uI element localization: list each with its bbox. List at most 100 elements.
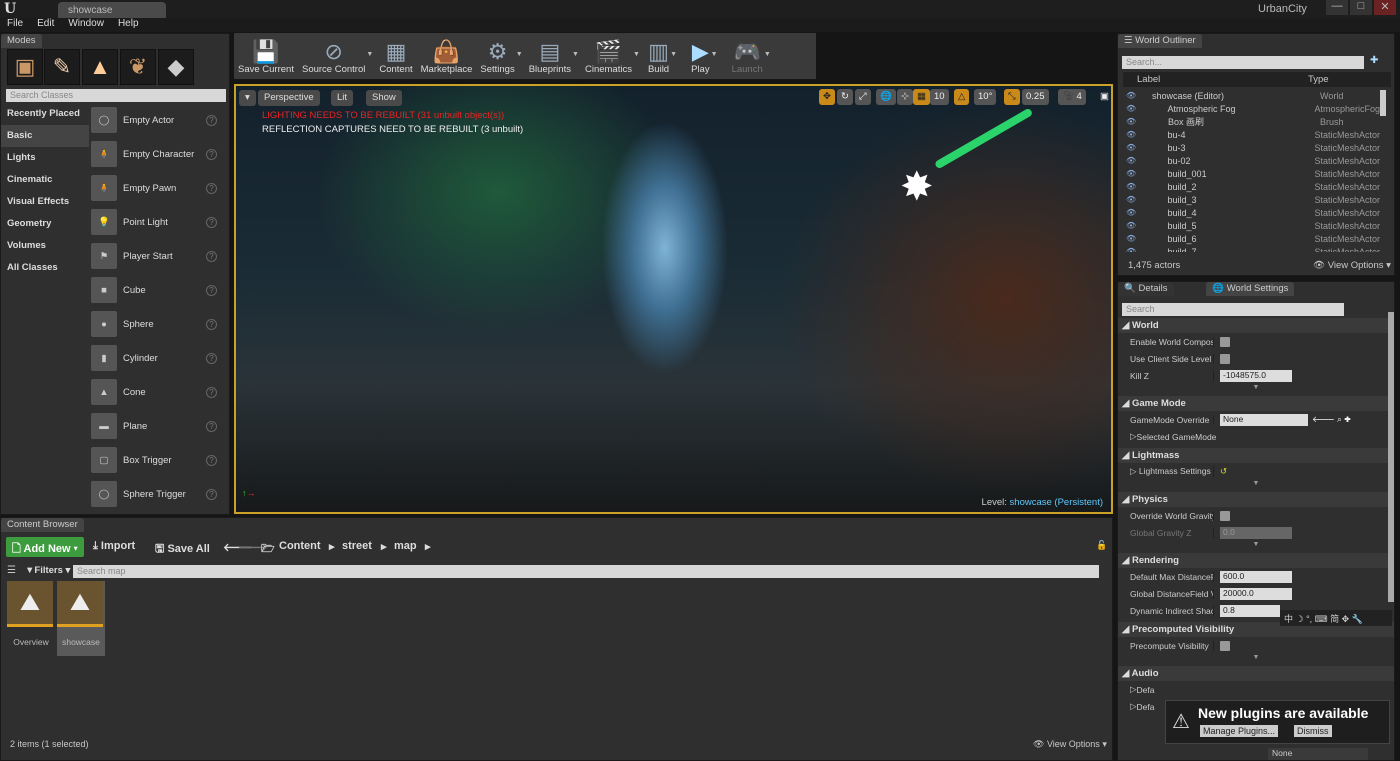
expand-arrow-icon[interactable]: ▼ xyxy=(1118,480,1394,489)
dropdown-arrow-icon[interactable]: ▼ xyxy=(764,51,771,58)
reset-icon[interactable]: ↺ xyxy=(1220,466,1227,477)
dropdown-arrow-icon[interactable]: ▼ xyxy=(516,51,523,58)
visibility-eye-icon[interactable]: 👁 xyxy=(1126,169,1140,178)
section-game-mode[interactable]: ◢ Game Mode xyxy=(1118,396,1394,411)
audio-row[interactable]: ▷ Defa xyxy=(1118,681,1394,698)
visibility-eye-icon[interactable]: 👁 xyxy=(1126,195,1140,204)
help-icon[interactable]: ? xyxy=(206,454,217,466)
category-lights[interactable]: Lights xyxy=(1,147,89,169)
class-item[interactable]: 🧍 Empty Character? xyxy=(91,137,217,171)
add-new-button[interactable]: 🗋 Add New ▾ xyxy=(6,537,84,557)
maximize-button[interactable]: □ xyxy=(1350,0,1372,15)
launch-button[interactable]: 🎮 Launch ▼ xyxy=(728,33,771,79)
geometry-mode-icon[interactable]: ◆ xyxy=(158,49,194,85)
outliner-view-options[interactable]: 👁 View Options ▾ xyxy=(1313,260,1391,271)
expand-arrow-icon[interactable]: ▼ xyxy=(1118,541,1394,550)
scale-tool-icon[interactable]: ⤢ xyxy=(855,89,871,105)
section-physics[interactable]: ◢ Physics xyxy=(1118,492,1394,507)
outliner-scrollbar[interactable] xyxy=(1380,90,1386,116)
class-item[interactable]: ⚑ Player Start? xyxy=(91,239,217,273)
help-icon[interactable]: ? xyxy=(206,284,217,296)
landscape-mode-icon[interactable]: ▲ xyxy=(82,49,118,85)
maximize-viewport-icon[interactable]: ▣ xyxy=(1096,89,1111,105)
help-icon[interactable]: ? xyxy=(206,250,217,262)
breadcrumb-separator[interactable]: ▸ xyxy=(381,540,387,553)
outliner-row[interactable]: 👁 Box 画刷 Brush xyxy=(1118,115,1380,128)
outliner-row[interactable]: 👁 build_5 StaticMeshActor xyxy=(1118,219,1380,232)
asset-showcase[interactable]: ⛰ showcase xyxy=(57,581,105,656)
visibility-eye-icon[interactable]: 👁 xyxy=(1126,104,1140,113)
outliner-row[interactable]: 👁 Atmospheric Fog AtmosphericFog xyxy=(1118,102,1380,115)
visibility-eye-icon[interactable]: 👁 xyxy=(1126,234,1140,243)
dropdown-arrow-icon[interactable]: ▼ xyxy=(670,51,677,58)
breadcrumb-separator[interactable]: ▸ xyxy=(329,540,335,553)
document-tab[interactable]: showcase xyxy=(58,2,166,18)
gamemode-select[interactable]: None xyxy=(1220,413,1308,426)
outliner-row[interactable]: 👁 showcase (Editor) World xyxy=(1118,89,1380,102)
close-button[interactable]: ✕ xyxy=(1374,0,1396,15)
world-local-icon[interactable]: 🌐 xyxy=(876,89,896,105)
manage-plugins-button[interactable]: Manage Plugins... xyxy=(1200,725,1279,737)
import-button[interactable]: ⤓ Import xyxy=(87,537,141,557)
dropdown-arrow-icon[interactable]: ▼ xyxy=(711,51,718,58)
selected-gamemode-row[interactable]: ▷ Selected GameMode xyxy=(1118,428,1394,445)
dismiss-button[interactable]: Dismiss xyxy=(1294,725,1332,737)
blueprints-button[interactable]: ▤ Blueprints ▼ xyxy=(525,33,579,79)
play-button[interactable]: ▶ Play ▼ xyxy=(687,33,717,79)
help-icon[interactable]: ? xyxy=(206,318,217,330)
visibility-eye-icon[interactable]: 👁 xyxy=(1126,143,1140,152)
outliner-row[interactable]: 👁 build_7 StaticMeshActor xyxy=(1118,245,1380,253)
lit-button[interactable]: Lit xyxy=(331,90,354,106)
settings-button[interactable]: ⚙ Settings ▼ xyxy=(476,33,522,79)
visibility-eye-icon[interactable]: 👁 xyxy=(1126,221,1140,230)
menu-edit[interactable]: Edit xyxy=(37,18,54,32)
section-world[interactable]: ◢ World xyxy=(1118,318,1394,333)
help-icon[interactable]: ? xyxy=(206,216,217,228)
light-direction-arrow[interactable] xyxy=(934,107,1034,170)
section-audio[interactable]: ◢ Audio xyxy=(1118,666,1394,681)
details-search-input[interactable]: Search xyxy=(1122,303,1344,316)
checkbox[interactable] xyxy=(1220,336,1230,347)
search-classes-input[interactable]: Search Classes xyxy=(6,89,226,102)
menu-window[interactable]: Window xyxy=(68,18,104,32)
modes-tab[interactable]: Modes xyxy=(1,34,42,48)
build-button[interactable]: ▥ Build ▼ xyxy=(644,33,677,79)
outliner-row[interactable]: 👁 build_001 StaticMeshActor xyxy=(1118,167,1380,180)
class-item[interactable]: ◯ Empty Actor? xyxy=(91,103,217,137)
details-scrollbar[interactable] xyxy=(1388,312,1394,602)
breadcrumb-separator[interactable]: ▸ xyxy=(425,540,431,553)
source-control-button[interactable]: ⊘ Source Control ▼ xyxy=(298,33,373,79)
category-visual-effects[interactable]: Visual Effects xyxy=(1,191,89,213)
audio-select[interactable]: None xyxy=(1268,748,1368,760)
world-outliner-tab[interactable]: ☰ World Outliner xyxy=(1118,34,1202,48)
outliner-search-input[interactable]: Search... xyxy=(1122,56,1364,69)
outliner-row[interactable]: 👁 build_4 StaticMeshActor xyxy=(1118,206,1380,219)
save-all-button[interactable]: 🖫 Save All xyxy=(149,537,216,557)
scale-snap-icon[interactable]: ⤡ xyxy=(1004,89,1020,105)
visibility-eye-icon[interactable]: 👁 xyxy=(1126,156,1140,165)
class-item[interactable]: ▮ Cylinder? xyxy=(91,341,217,375)
visibility-eye-icon[interactable]: 👁 xyxy=(1126,91,1140,100)
view-options-button[interactable]: 👁 View Options ▾ xyxy=(1033,739,1107,750)
help-icon[interactable]: ? xyxy=(206,420,217,432)
camera-speed[interactable]: 🎥 4 xyxy=(1058,89,1086,105)
sources-toggle-icon[interactable]: ☰ xyxy=(7,565,16,576)
translate-tool-icon[interactable]: ✥ xyxy=(819,89,835,105)
outliner-row[interactable]: 👁 bu-3 StaticMeshActor xyxy=(1118,141,1380,154)
dropdown-arrow-icon[interactable]: ▼ xyxy=(633,51,640,58)
viewport-options-dropdown[interactable]: ▾ xyxy=(239,90,256,106)
class-item[interactable]: 💡 Point Light? xyxy=(91,205,217,239)
class-item[interactable]: ■ Cube? xyxy=(91,273,217,307)
content-button[interactable]: ▦ Content xyxy=(375,33,416,79)
breadcrumb-content[interactable]: Content xyxy=(279,540,321,552)
help-icon[interactable]: ? xyxy=(206,386,217,398)
use-arrow-icon[interactable]: 🡐 ⌕ ✚ xyxy=(1312,414,1351,425)
search-map-input[interactable]: Search map xyxy=(73,565,1099,578)
paint-mode-icon[interactable]: ✎ xyxy=(44,49,80,85)
default-max-distance-input[interactable]: 600.0 xyxy=(1220,570,1292,583)
dropdown-arrow-icon[interactable]: ▼ xyxy=(366,51,373,58)
category-geometry[interactable]: Geometry xyxy=(1,213,89,235)
checkbox[interactable] xyxy=(1220,353,1230,364)
cinematics-button[interactable]: 🎬 Cinematics ▼ xyxy=(581,33,640,79)
ime-toolbar[interactable]: 中 ☽ °, ⌨ 简 ✥ 🔧 xyxy=(1280,610,1392,626)
